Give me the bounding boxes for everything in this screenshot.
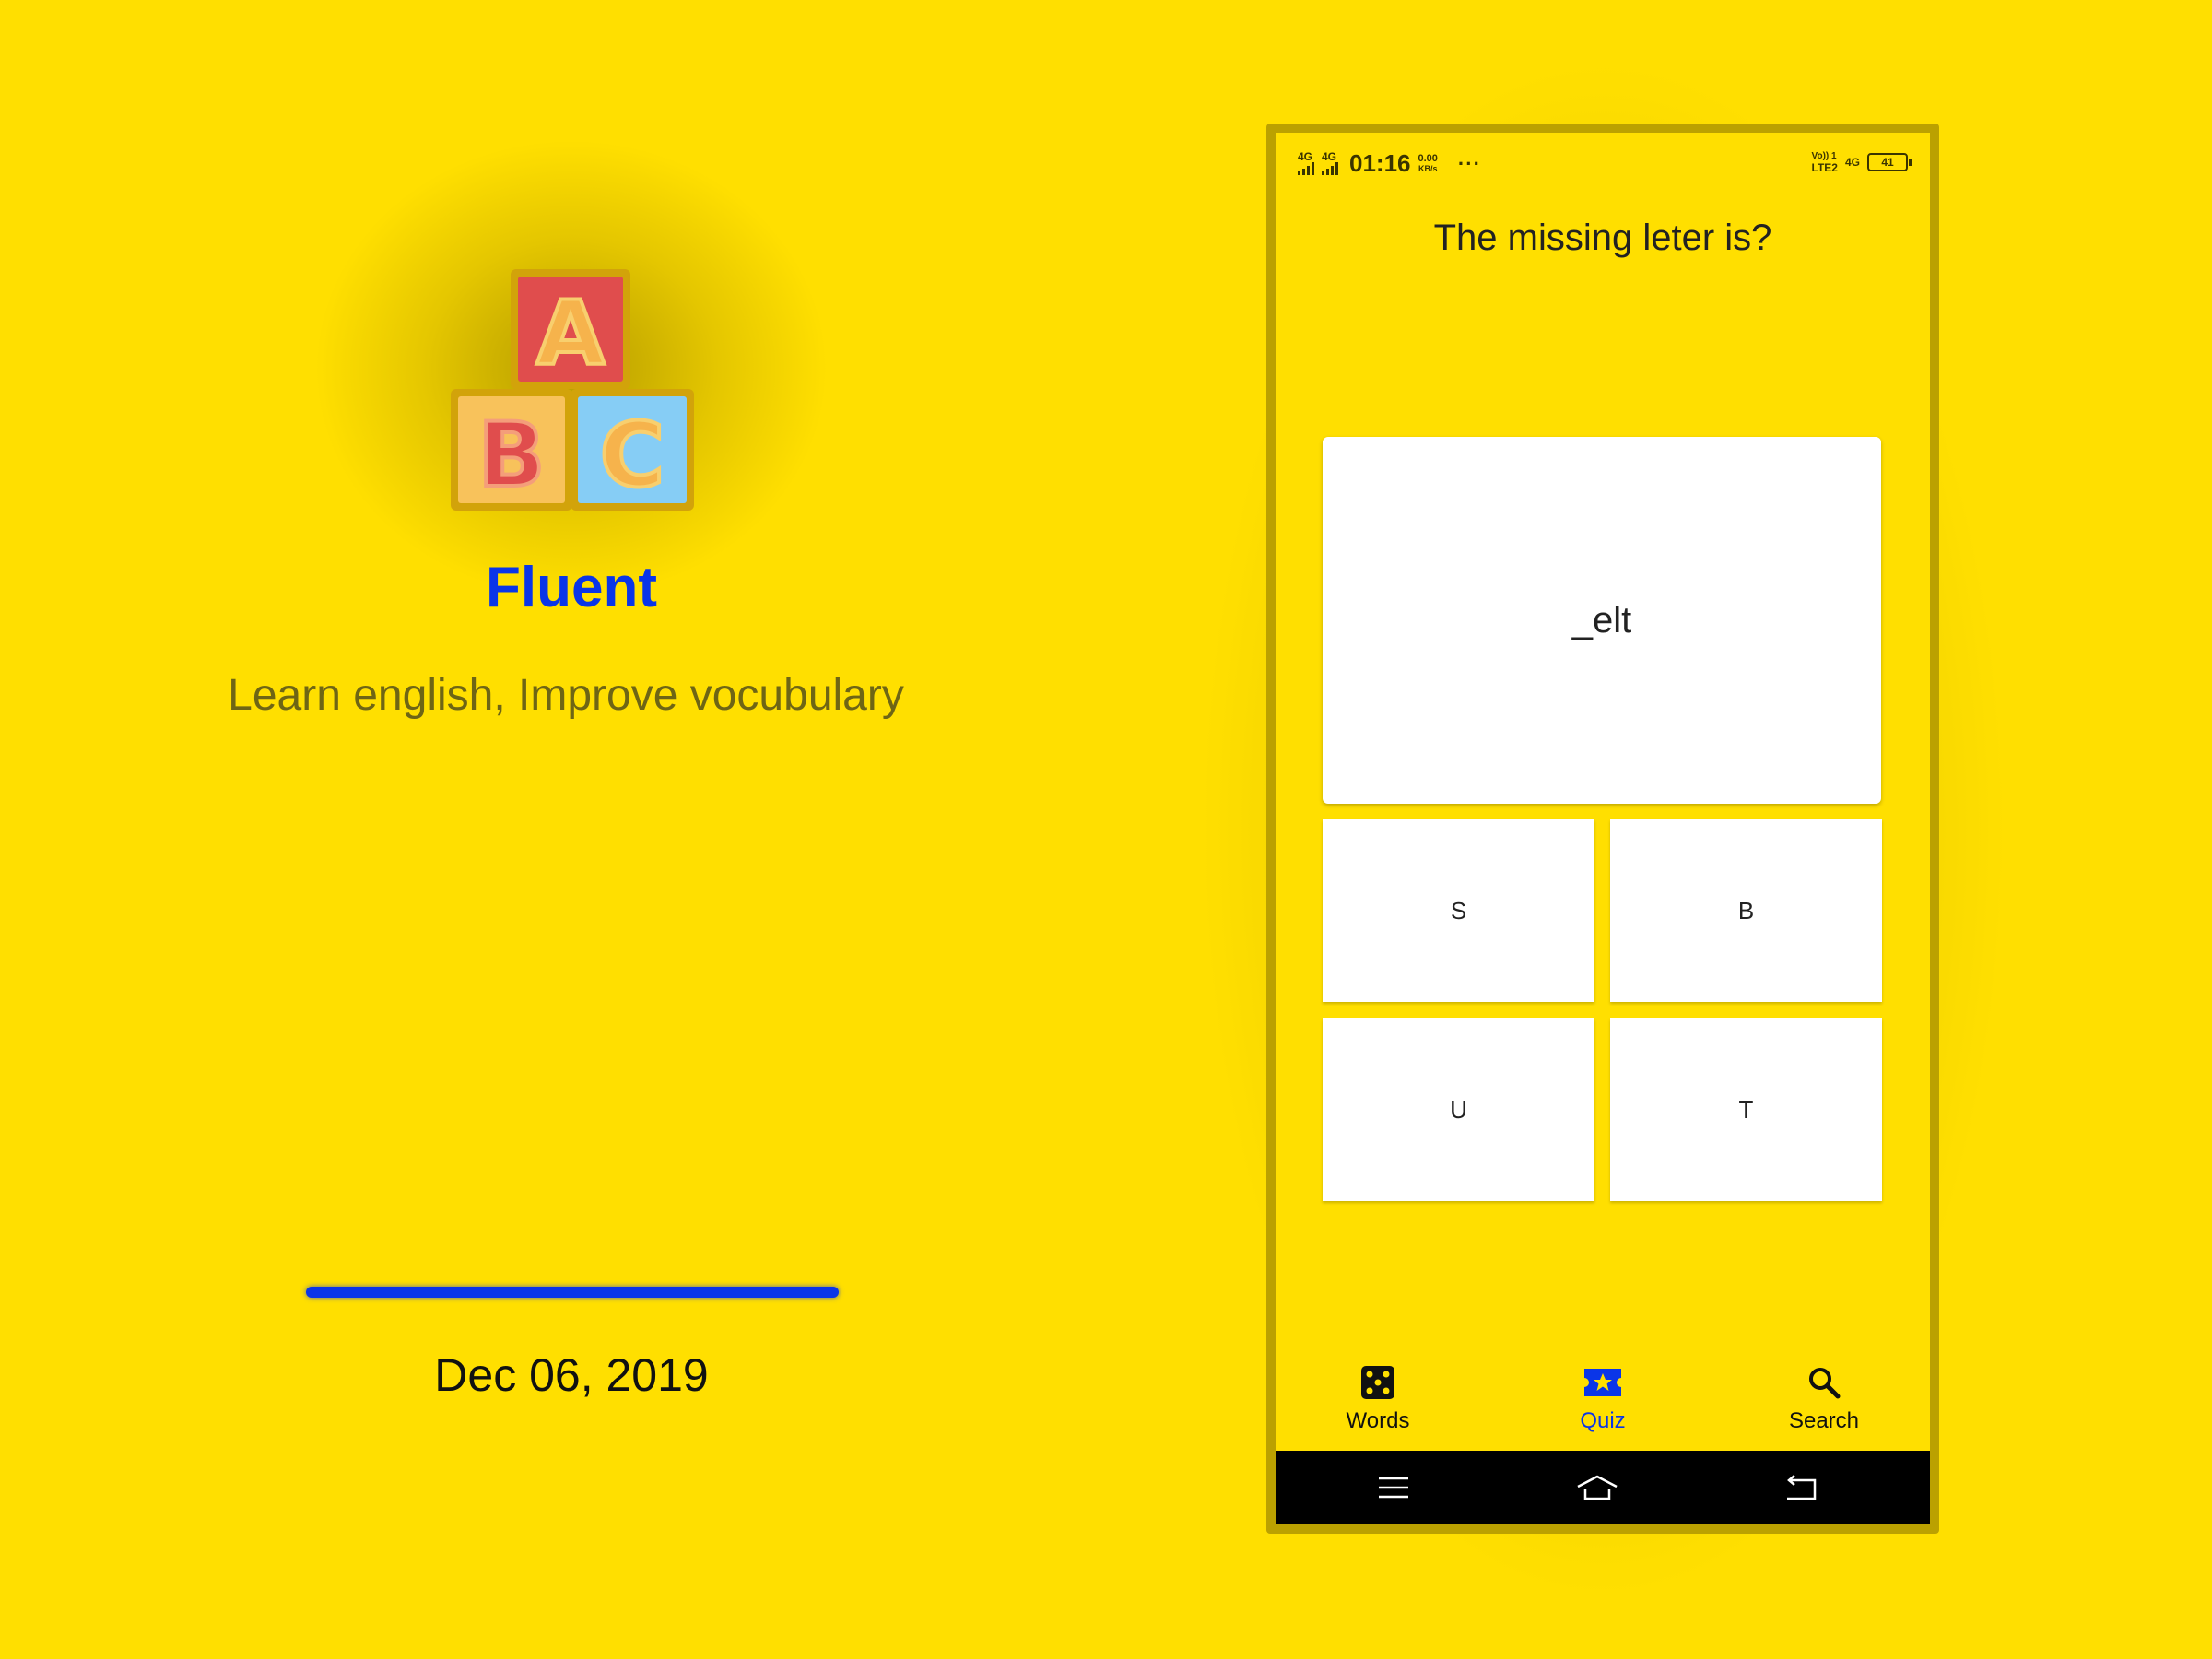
answer-option-label: T [1738, 1095, 1754, 1124]
nav-tab-words[interactable]: Words [1295, 1359, 1461, 1451]
signal-1: 4G [1298, 150, 1314, 175]
release-date: Dec 06, 2019 [434, 1349, 709, 1401]
system-navigation-bar [1276, 1451, 1930, 1524]
answer-option-t[interactable]: T [1610, 1018, 1882, 1201]
status-time: 01:16 [1349, 149, 1411, 177]
answer-option-u[interactable]: U [1323, 1018, 1594, 1201]
lte-label: LTE2 [1811, 161, 1838, 174]
status-bar: 4G 4G 01:16 0.00 KB/s ··· Vo)) 1 LTE2 4G… [1276, 133, 1930, 184]
block-a: A [511, 269, 630, 389]
block-b: B [451, 389, 572, 511]
abc-blocks-logo: A B C [451, 269, 694, 511]
network-speed: 0.00 KB/s [1418, 152, 1438, 174]
signal-bars-icon [1322, 162, 1338, 175]
nav-tab-quiz[interactable]: Quiz [1520, 1359, 1686, 1451]
block-c: C [571, 389, 694, 511]
quiz-question: The missing leter is? [1433, 218, 1772, 258]
block-letter-b: B [477, 404, 545, 507]
answer-option-label: S [1450, 896, 1467, 924]
status-bar-left: 4G 4G 01:16 0.00 KB/s ··· [1298, 149, 1481, 178]
bottom-navigation: Words Quiz Search [1276, 1359, 1930, 1451]
quiz-word: _elt [1571, 599, 1632, 641]
network-type-2: 4G [1322, 150, 1337, 163]
answer-option-b[interactable]: B [1610, 819, 1882, 1002]
network-speed-unit: KB/s [1418, 163, 1438, 173]
dice-icon [1360, 1360, 1395, 1405]
quiz-word-card: _elt [1323, 437, 1881, 804]
network-type-right: 4G [1844, 156, 1860, 169]
ticket-star-icon [1583, 1360, 1623, 1405]
home-icon[interactable] [1574, 1469, 1620, 1506]
nav-tab-search[interactable]: Search [1741, 1359, 1907, 1451]
loading-progress-fill [306, 1287, 839, 1298]
network-type-1: 4G [1298, 150, 1313, 163]
phone-frame: 4G 4G 01:16 0.00 KB/s ··· Vo)) 1 LTE2 4G… [1266, 124, 1939, 1534]
menu-icon[interactable] [1371, 1469, 1417, 1506]
app-tagline: Learn english, Improve vocubulary [228, 671, 904, 720]
status-bar-right: Vo)) 1 LTE2 4G 41 [1812, 151, 1912, 173]
answer-option-label: U [1450, 1095, 1467, 1124]
nav-tab-label: Quiz [1580, 1408, 1626, 1433]
search-icon [1806, 1360, 1842, 1405]
phone-screen: 4G 4G 01:16 0.00 KB/s ··· Vo)) 1 LTE2 4G… [1276, 133, 1930, 1524]
signal-bars-icon [1298, 162, 1314, 175]
signal-2: 4G [1322, 150, 1338, 175]
network-speed-value: 0.00 [1418, 152, 1438, 164]
block-letter-a: A [536, 282, 605, 385]
nav-tab-label: Words [1346, 1408, 1410, 1433]
nav-tab-label: Search [1788, 1408, 1860, 1433]
answer-option-s[interactable]: S [1323, 819, 1594, 1002]
block-letter-c: C [600, 404, 665, 507]
volte-indicator: Vo)) 1 LTE2 [1812, 151, 1838, 173]
app-name: Fluent [486, 556, 657, 619]
answer-option-label: B [1737, 896, 1755, 924]
battery-icon: 41 [1867, 153, 1912, 171]
loading-progress-bar [306, 1287, 839, 1298]
battery-level: 41 [1881, 156, 1894, 169]
more-notifications-icon: ··· [1457, 151, 1481, 175]
back-icon[interactable] [1777, 1469, 1823, 1506]
